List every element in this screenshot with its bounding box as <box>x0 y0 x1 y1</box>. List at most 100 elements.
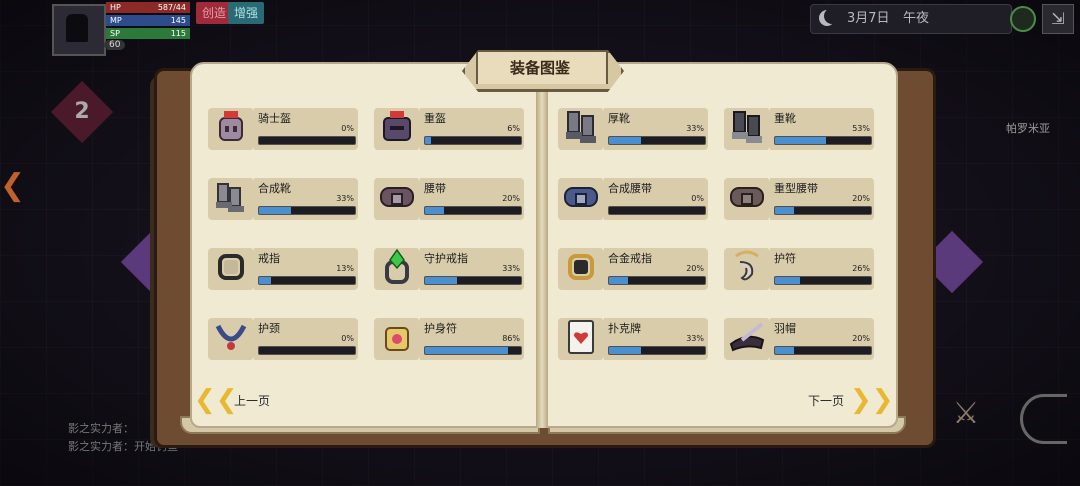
enhance-badge[interactable]: 增强 <box>228 2 265 24</box>
chat-message: 影之实力者： <box>68 422 134 435</box>
heavy-belt-icon <box>730 187 764 207</box>
item-percent: 0% <box>341 334 354 343</box>
item-icon-frame <box>558 178 604 220</box>
left-item-grid: 骑士盔 0% 重盔 6% 合成靴 33% 腰带 20% 戒指 13% 守护戒指 33% 护颈 0% 护身符 8… <box>208 104 524 360</box>
equipment-card[interactable]: 守护戒指 33% <box>374 244 524 290</box>
collection-progress-bar <box>608 206 706 215</box>
item-name: 护颈 <box>258 322 280 335</box>
progress-fill <box>425 137 431 144</box>
equipment-card[interactable]: 重靴 53% <box>724 104 874 150</box>
moon-icon <box>819 8 840 26</box>
bow-icon[interactable] <box>1020 394 1067 444</box>
item-name: 腰带 <box>424 182 446 195</box>
progress-fill <box>609 347 641 354</box>
item-icon-frame <box>374 108 420 150</box>
equipment-card[interactable]: 合成靴 33% <box>208 174 358 220</box>
item-name: 重靴 <box>774 112 796 125</box>
equipment-card[interactable]: 腰带 20% <box>374 174 524 220</box>
item-percent: 13% <box>336 264 354 273</box>
progress-fill <box>609 137 641 144</box>
item-name: 重盔 <box>424 112 446 125</box>
equipment-card[interactable]: 厚靴 33% <box>558 104 708 150</box>
item-percent: 20% <box>852 194 870 203</box>
chevron-left-icon[interactable]: ❮ <box>0 168 25 203</box>
next-page-button[interactable]: 下一页 <box>808 392 844 409</box>
sp-bar: SP 115 <box>106 28 190 39</box>
next-page-icon[interactable]: ❯❯ <box>850 384 894 416</box>
equipment-card[interactable]: 护身符 86% <box>374 314 524 360</box>
equipment-card[interactable]: 合金戒指 20% <box>558 244 708 290</box>
collection-progress-bar <box>424 346 522 355</box>
equipment-card[interactable]: 护符 26% <box>724 244 874 290</box>
item-percent: 33% <box>336 194 354 203</box>
player-stats: HP 587/44 MP 145 SP 115 <box>106 2 190 41</box>
progress-fill <box>425 347 508 354</box>
globe-icon[interactable] <box>1010 6 1036 32</box>
equipment-card[interactable]: 羽帽 20% <box>724 314 874 360</box>
progress-fill <box>425 207 445 214</box>
collection-progress-bar <box>774 346 872 355</box>
equipment-card[interactable]: 重型腰带 20% <box>724 174 874 220</box>
item-name: 合成靴 <box>258 182 291 195</box>
equipment-card[interactable]: 合成腰带 0% <box>558 174 708 220</box>
item-name: 护符 <box>774 252 796 265</box>
knight-helmet-icon <box>219 111 243 141</box>
progress-fill <box>775 137 826 144</box>
equipment-card[interactable]: 扑克牌 33% <box>558 314 708 360</box>
date-display: 3月7日 午夜 <box>810 4 1012 34</box>
collection-progress-bar <box>608 346 706 355</box>
playing-card-icon <box>568 320 594 354</box>
equipment-card[interactable]: 戒指 13% <box>208 244 358 290</box>
progress-fill <box>259 277 272 284</box>
ring-icon <box>218 254 244 280</box>
amulet-icon <box>735 250 759 281</box>
item-percent: 20% <box>686 264 704 273</box>
belt-icon <box>380 187 414 207</box>
collection-progress-bar <box>774 206 872 215</box>
item-icon-frame <box>208 318 254 360</box>
sword-icon[interactable]: ⚔ <box>946 396 986 436</box>
equipment-card[interactable]: 骑士盔 0% <box>208 104 358 150</box>
exit-icon[interactable]: ⇲ <box>1042 4 1074 34</box>
item-icon-frame <box>724 108 770 150</box>
item-percent: 20% <box>502 194 520 203</box>
item-icon-frame <box>208 178 254 220</box>
item-percent: 0% <box>341 124 354 133</box>
item-icon-frame <box>724 178 770 220</box>
create-badge[interactable]: 创造 <box>196 2 233 24</box>
location-label: 帕罗米亚 <box>1006 122 1050 135</box>
neck-guard-icon <box>215 324 247 350</box>
collection-progress-bar <box>424 136 522 145</box>
composite-belt-icon <box>564 187 598 207</box>
player-avatar[interactable] <box>52 4 106 56</box>
feather-hat-icon <box>729 322 765 352</box>
thick-boots-icon <box>566 111 596 143</box>
progress-fill <box>775 207 795 214</box>
item-percent: 26% <box>852 264 870 273</box>
item-name: 骑士盔 <box>258 112 291 125</box>
prev-page-button[interactable]: 上一页 <box>234 392 270 409</box>
collection-progress-bar <box>424 276 522 285</box>
item-name: 重型腰带 <box>774 182 818 195</box>
book-title: 装备图鉴 <box>509 59 570 77</box>
composite-boots-icon <box>216 183 244 212</box>
heavy-helmet-icon <box>383 111 411 141</box>
item-name: 合成腰带 <box>608 182 652 195</box>
item-icon-frame <box>374 248 420 290</box>
item-percent: 6% <box>507 124 520 133</box>
mp-bar: MP 145 <box>106 15 190 26</box>
item-percent: 33% <box>502 264 520 273</box>
collection-progress-bar <box>258 136 356 145</box>
item-name: 羽帽 <box>774 322 796 335</box>
equipment-card[interactable]: 护颈 0% <box>208 314 358 360</box>
alloy-ring-icon <box>568 254 594 280</box>
right-item-grid: 厚靴 33% 重靴 53% 合成腰带 0% 重型腰带 20% 合金戒指 20% 护符 26% 扑克牌 33… <box>558 104 874 360</box>
item-icon-frame <box>724 248 770 290</box>
progress-fill <box>425 277 457 284</box>
item-percent: 33% <box>686 334 704 343</box>
collection-progress-bar <box>774 276 872 285</box>
item-name: 扑克牌 <box>608 322 641 335</box>
prev-page-icon[interactable]: ❮❮ <box>194 384 238 416</box>
equipment-card[interactable]: 重盔 6% <box>374 104 524 150</box>
item-name: 合金戒指 <box>608 252 652 265</box>
